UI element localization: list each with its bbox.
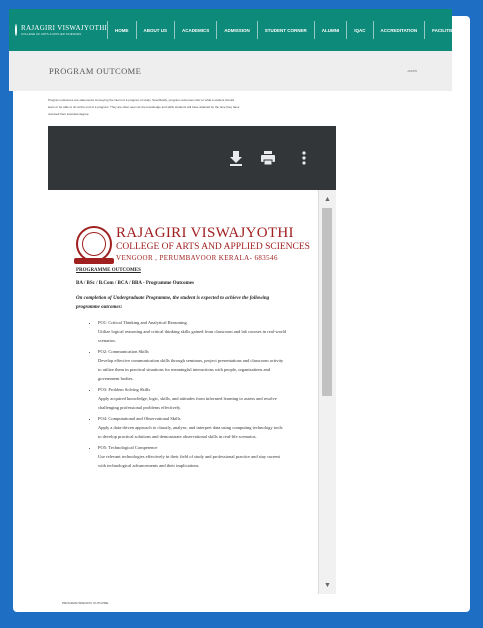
intro-line: received their intended degree. bbox=[48, 112, 90, 116]
page-title: PROGRAM OUTCOME bbox=[49, 66, 142, 76]
document-header: RAJAGIRI VISWAJYOTHI COLLEGE OF ARTS AND… bbox=[74, 224, 310, 264]
pdf-viewer: RAJAGIRI VISWAJYOTHI COLLEGE OF ARTS AND… bbox=[48, 126, 336, 594]
logo-title: RAJAGIRI VISWAJYOTHI bbox=[21, 24, 108, 32]
list-item: PO3: Problem Solving Skills Apply acquir… bbox=[98, 385, 286, 412]
college-crest-icon bbox=[74, 225, 114, 264]
nav-item-facilities[interactable]: FACILITIES bbox=[424, 21, 463, 39]
logo-subtitle: COLLEGE OF ARTS & APPLIED SCIENCES bbox=[21, 32, 82, 36]
outcomes-list: PO1: Critical Thinking and Analytical Re… bbox=[76, 318, 286, 470]
download-icon[interactable] bbox=[228, 150, 244, 166]
nav-item-iqac[interactable]: IQAC bbox=[346, 21, 372, 39]
document-lead: On completion of Undergraduate Programme… bbox=[76, 296, 270, 310]
college-address: VENGOOR , PERUMBAVOOR KERALA- 683546 bbox=[116, 254, 278, 262]
document-heading: PROGRAMME OUTCOMES bbox=[76, 268, 141, 273]
nav-item-academics[interactable]: ACADEMICS bbox=[174, 21, 216, 39]
print-icon[interactable] bbox=[260, 150, 276, 166]
nav-item-student-corner[interactable]: STUDENT CORNER bbox=[256, 21, 314, 39]
more-vert-icon[interactable] bbox=[296, 150, 312, 166]
list-item: PO2: Communication Skills Develop effect… bbox=[98, 347, 286, 383]
outcome-title: PO2: Communication Skills bbox=[98, 349, 149, 354]
pdf-scrollbar[interactable]: ▲ ▼ bbox=[318, 190, 336, 594]
scrollbar-thumb[interactable] bbox=[322, 208, 332, 396]
scroll-up-arrow-icon[interactable]: ▲ bbox=[319, 192, 336, 206]
intro-paragraph: Program outcomes are statements conveyin… bbox=[48, 97, 328, 118]
top-navigation-bar: RAJAGIRI VISWAJYOTHI COLLEGE OF ARTS & A… bbox=[9, 9, 456, 51]
outcome-title: PO3: Problem Solving Skills bbox=[98, 387, 151, 392]
nav-item-accreditation[interactable]: ACCREDITATION bbox=[372, 21, 425, 39]
main-menu: HOME ABOUT US ACADEMICS ADMISSION STUDEN… bbox=[107, 9, 463, 51]
outcome-description: Develop effective communication skills t… bbox=[98, 358, 284, 381]
document-content: RAJAGIRI VISWAJYOTHI COLLEGE OF ARTS AND… bbox=[74, 224, 310, 472]
document-subheading: BA / BSc / B.Com / BCA / BBA - Programme… bbox=[76, 281, 194, 286]
intro-line: learn or be able to do at the end of a p… bbox=[48, 105, 240, 109]
outcome-description: Utilize logical reasoning and critical t… bbox=[98, 329, 286, 343]
outcome-title: PO4: Computational and Observational Ski… bbox=[98, 416, 181, 421]
pdf-toolbar bbox=[48, 126, 336, 190]
outcome-description: Use relevant technologies effectively in… bbox=[98, 454, 280, 468]
nav-item-home[interactable]: HOME bbox=[107, 21, 136, 39]
breadcrumb[interactable]: ADMIN bbox=[407, 69, 417, 73]
nav-item-admission[interactable]: ADMISSION bbox=[216, 21, 257, 39]
scroll-down-arrow-icon[interactable]: ▼ bbox=[319, 578, 336, 592]
outcome-title: PO1: Critical Thinking and Analytical Re… bbox=[98, 320, 187, 325]
list-item: PO5: Technological Competence Use releva… bbox=[98, 443, 286, 470]
nav-item-alumni[interactable]: ALUMNI bbox=[313, 21, 347, 39]
nav-item-about-us[interactable]: ABOUT US bbox=[135, 21, 175, 39]
college-subtitle: COLLEGE OF ARTS AND APPLIED SCIENCES bbox=[116, 242, 310, 252]
section-label: PROGRAM SPECIFIC OUTCOME bbox=[62, 601, 109, 605]
logo-emblem-icon bbox=[15, 24, 17, 36]
site-logo[interactable]: RAJAGIRI VISWAJYOTHI COLLEGE OF ARTS & A… bbox=[9, 24, 107, 36]
outcome-description: Apply a data-driven approach to classify… bbox=[98, 425, 283, 439]
outcome-title: PO5: Technological Competence bbox=[98, 445, 158, 450]
college-letterhead: RAJAGIRI VISWAJYOTHI COLLEGE OF ARTS AND… bbox=[116, 224, 310, 263]
list-item: PO1: Critical Thinking and Analytical Re… bbox=[98, 318, 286, 345]
page-title-banner: PROGRAM OUTCOME ADMIN bbox=[9, 51, 452, 91]
list-item: PO4: Computational and Observational Ski… bbox=[98, 414, 286, 441]
pdf-page[interactable]: RAJAGIRI VISWAJYOTHI COLLEGE OF ARTS AND… bbox=[48, 190, 318, 594]
intro-line: Program outcomes are statements conveyin… bbox=[48, 98, 234, 102]
outcome-description: Apply acquired knowledge, logic, skills,… bbox=[98, 396, 277, 410]
college-name: RAJAGIRI VISWAJYOTHI bbox=[116, 225, 294, 241]
